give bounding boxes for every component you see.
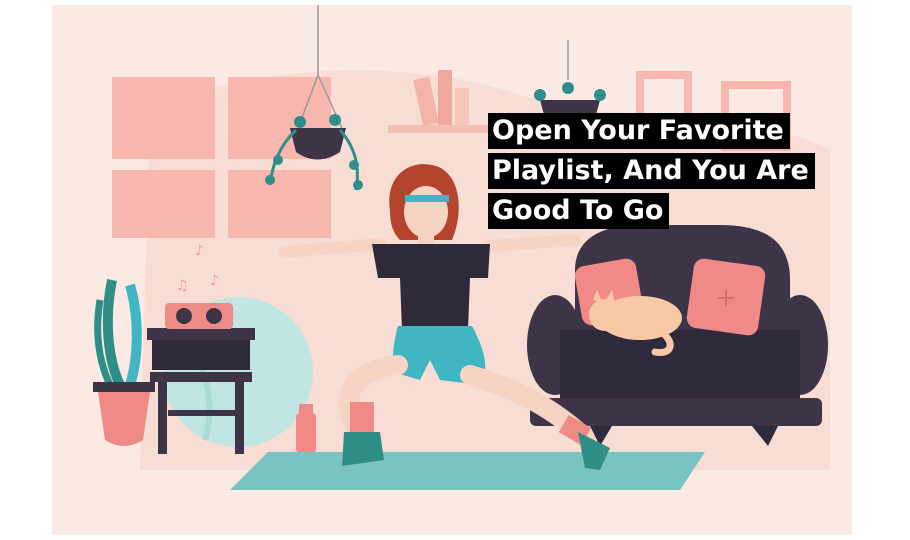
svg-text:♪: ♪ — [195, 243, 204, 259]
svg-text:♫: ♫ — [176, 278, 189, 294]
caption-line-3: Good To Go — [488, 193, 670, 229]
illustration-svg: ♪ ♫ ♪ — [52, 5, 852, 535]
yoga-mat — [230, 452, 705, 490]
svg-text:♪: ♪ — [210, 273, 219, 289]
speaker — [165, 303, 233, 329]
caption-line-1: Open Your Favorite — [488, 113, 790, 149]
water-bottle — [296, 404, 316, 453]
caption-line-2: Playlist, And You Are — [488, 153, 815, 189]
